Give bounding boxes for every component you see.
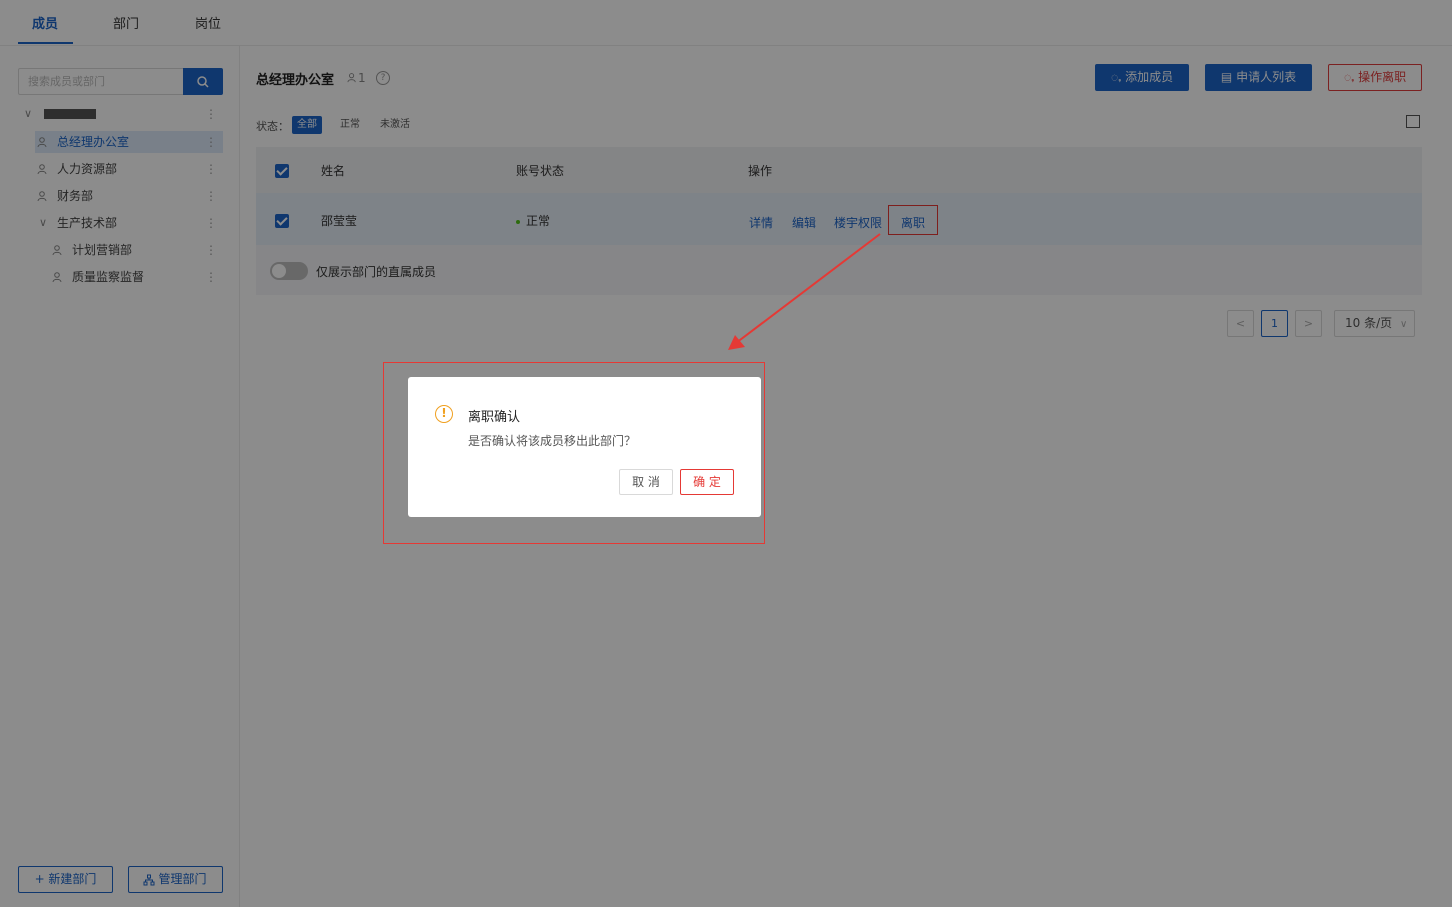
resign-confirm-dialog: ! 离职确认 是否确认将该成员移出此部门？ 取 消 确 定 (408, 377, 761, 517)
cancel-button[interactable]: 取 消 (619, 469, 673, 495)
dialog-title: 离职确认 (468, 410, 521, 425)
warning-icon: ! (435, 405, 453, 423)
dialog-message: 是否确认将该成员移出此部门？ (468, 434, 637, 448)
confirm-button[interactable]: 确 定 (680, 469, 734, 495)
